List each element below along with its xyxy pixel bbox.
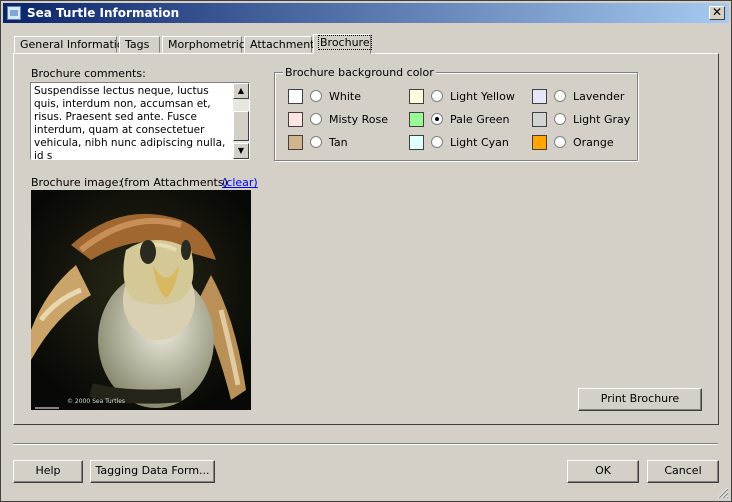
ok-button[interactable]: OK [567,460,639,483]
app-window-icon [7,6,21,20]
sea-turtle-information-window: Sea Turtle Information ✕ General Informa… [0,0,732,502]
print-brochure-button[interactable]: Print Brochure [578,388,702,411]
light-yellow-radio[interactable] [431,90,443,102]
lavender-radio[interactable] [554,90,566,102]
brochure-comments-label: Brochure comments: [31,67,146,80]
comments-scrollbar[interactable]: ▲ ▼ [233,83,249,159]
sea-turtle-photo [31,190,251,410]
close-button[interactable]: ✕ [709,6,725,20]
white-swatch [288,89,303,104]
light-gray-swatch [532,112,547,127]
light-yellow-swatch [409,89,424,104]
background-color-group-title: Brochure background color [283,66,436,79]
help-button[interactable]: Help [13,460,83,483]
cancel-button[interactable]: Cancel [647,460,719,483]
brochure-comments-text[interactable]: Suspendisse lectus neque, luctus quis, i… [34,85,230,163]
tagging-data-form-button[interactable]: Tagging Data Form... [90,460,215,483]
light-cyan-swatch [409,135,424,150]
tab-brochure[interactable]: Brochure [313,34,372,54]
orange-swatch [532,135,547,150]
resize-grip-icon[interactable] [717,487,729,499]
brochure-comments-textarea[interactable]: Suspendisse lectus neque, luctus quis, i… [30,82,250,163]
tab-tags[interactable]: Tags [119,36,160,53]
tab-general-information[interactable]: General Information [14,36,131,53]
lavender-swatch [532,89,547,104]
scroll-up-icon[interactable]: ▲ [233,83,249,99]
image-source-note: (from Attachments) [120,176,228,189]
footer-separator [13,443,718,445]
brochure-image: © 2000 Sea Turtles [31,190,251,410]
tab-morphometrics[interactable]: Morphometrics [162,36,251,53]
misty-rose-swatch [288,112,303,127]
close-icon: ✕ [711,5,723,19]
scroll-down-icon[interactable]: ▼ [233,143,249,159]
pale-green-radio[interactable] [431,113,443,125]
brochure-image-label: Brochure image: [31,176,123,189]
window-title: Sea Turtle Information [27,6,180,20]
misty-rose-radio[interactable] [310,113,322,125]
clear-image-link[interactable]: (clear) [222,176,258,189]
scroll-thumb[interactable] [233,111,249,141]
tab-attachments[interactable]: Attachments [244,36,320,53]
light-gray-radio[interactable] [554,113,566,125]
image-caption: © 2000 Sea Turtles [67,398,126,405]
light-cyan-radio[interactable] [431,136,443,148]
pale-green-swatch [409,112,424,127]
white-radio[interactable] [310,90,322,102]
orange-radio[interactable] [554,136,566,148]
tan-swatch [288,135,303,150]
title-bar: Sea Turtle Information ✕ [3,3,729,23]
tan-radio[interactable] [310,136,322,148]
